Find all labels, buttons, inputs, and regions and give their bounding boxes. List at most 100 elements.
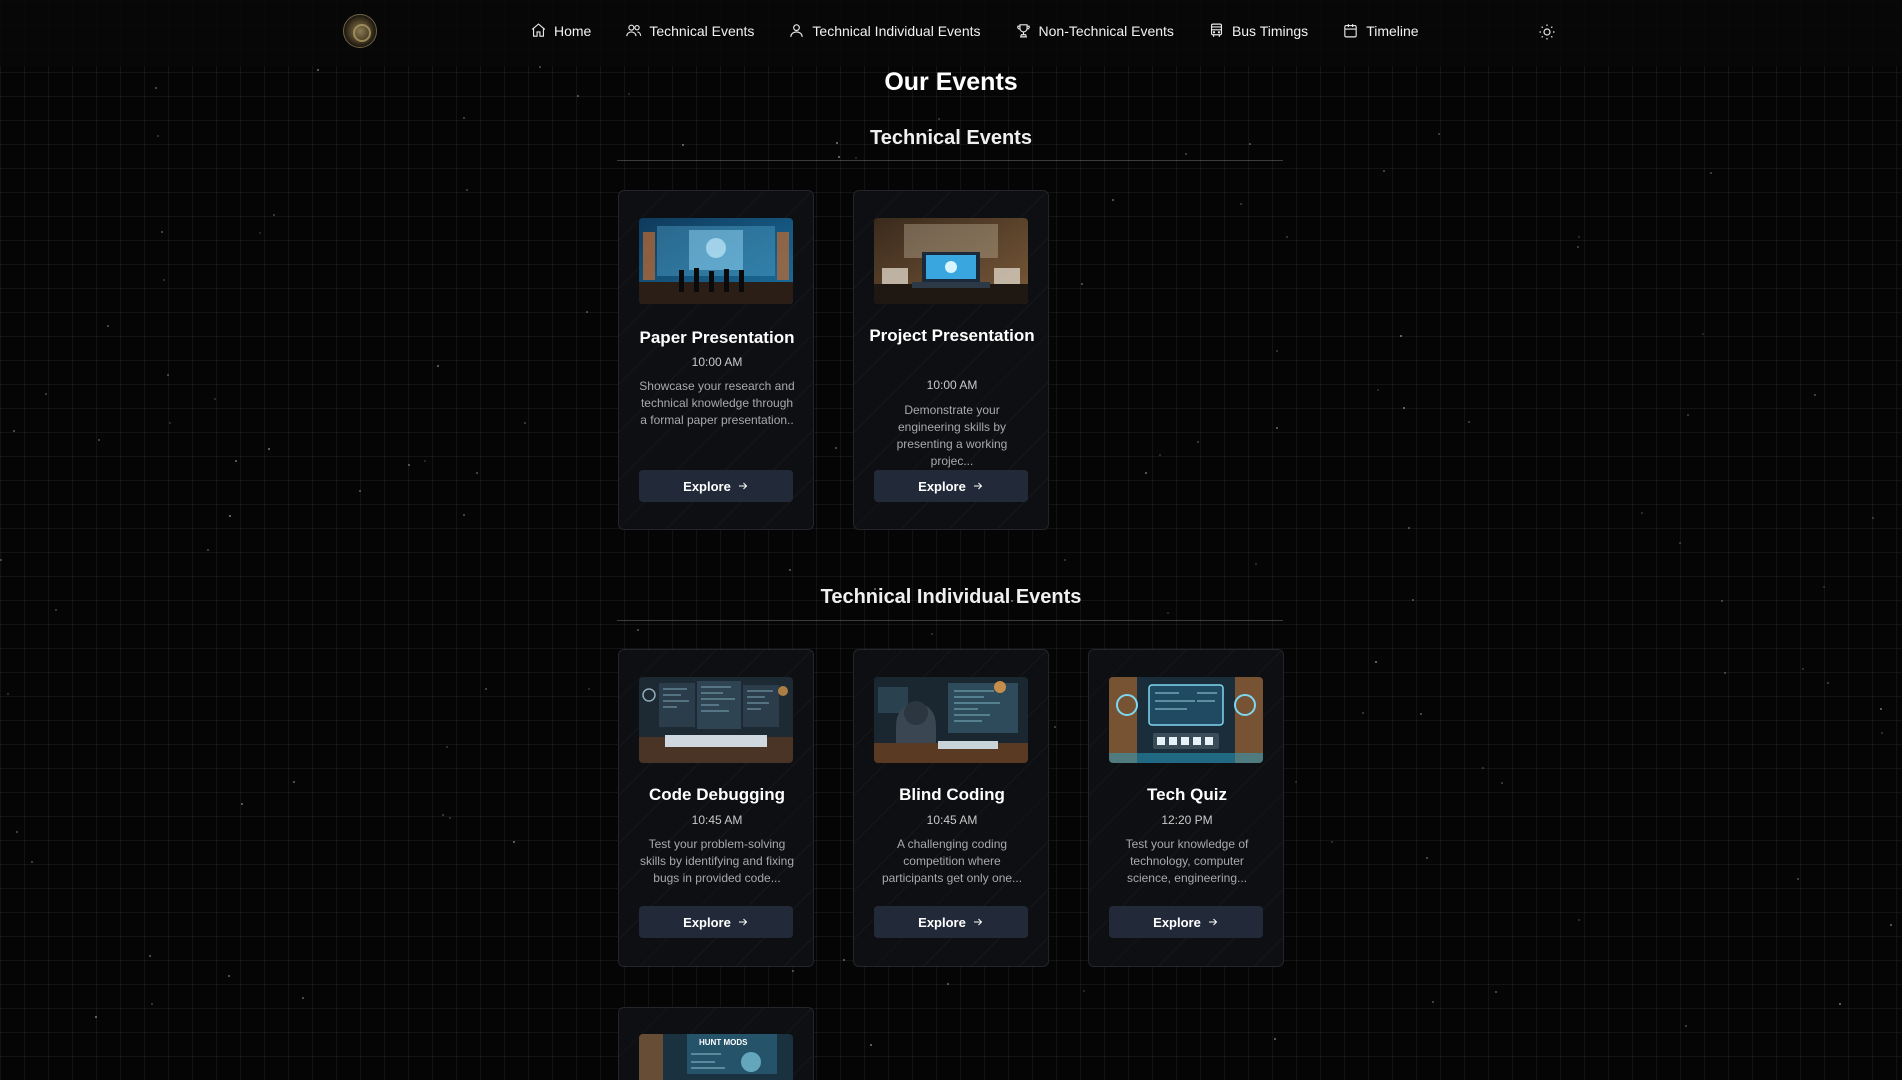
explore-button-label: Explore [683, 914, 731, 930]
user-icon [790, 24, 804, 37]
event-image-caption: HUNT MODS [699, 1038, 748, 1047]
nav-item-label: Home [554, 22, 592, 39]
star-dot [1295, 781, 1297, 783]
star-dot [229, 515, 231, 517]
star-dot [31, 861, 33, 863]
star-dot [424, 460, 426, 462]
star-dot [163, 279, 165, 281]
star-dot [1408, 527, 1410, 529]
star-dot [931, 633, 933, 635]
star-dot [1276, 350, 1278, 352]
event-image [1109, 677, 1263, 763]
star-dot [843, 959, 845, 961]
event-description: A challenging coding competition where p… [881, 837, 1023, 885]
star-dot [1185, 153, 1187, 155]
star-dot [1501, 782, 1503, 784]
event-time: 12:20 PM [1161, 813, 1213, 827]
event-card-blind-coding: Blind Coding 10:45 AM A challenging codi… [853, 649, 1049, 967]
explore-button[interactable]: Explore [639, 470, 793, 502]
nav-item-technical-events[interactable]: Technical Events [625, 22, 754, 39]
star-dot [1468, 421, 1470, 423]
star-dot [359, 490, 361, 492]
star-dot [485, 688, 487, 690]
nav-item-label: Bus Timings [1231, 22, 1309, 39]
event-image [639, 677, 793, 763]
star-dot [167, 374, 169, 376]
star-dot [1890, 924, 1892, 926]
nav-item-label: Non-Technical Events [1038, 22, 1174, 39]
star-dot [463, 514, 465, 516]
nav-item-non-technical-events[interactable]: Non-Technical Events [1015, 22, 1174, 39]
star-dot [7, 693, 9, 695]
nav-item-label: Technical Individual Events [812, 22, 981, 39]
star-dot [463, 117, 465, 119]
star-dot [408, 464, 410, 466]
star-dot [1081, 283, 1083, 285]
event-title: Project Presentation [869, 326, 1035, 345]
nav-item-home[interactable]: Home [530, 22, 591, 39]
star-dot [1403, 407, 1405, 409]
explore-button[interactable]: Explore [874, 470, 1028, 502]
star-dot [588, 688, 590, 690]
star-dot [1432, 1001, 1434, 1003]
star-dot [45, 393, 47, 395]
arrow-right-icon [738, 918, 748, 926]
star-dot [1814, 394, 1816, 396]
star-dot [1054, 726, 1056, 728]
star-dot [1383, 170, 1385, 172]
star-dot [947, 983, 949, 985]
star-dot [1331, 841, 1333, 843]
star-dot [1274, 1038, 1276, 1040]
nav-item-technical-individual-events[interactable]: Technical Individual Events [788, 22, 981, 39]
event-title: Blind Coding [899, 785, 1005, 804]
explore-button[interactable]: Explore [874, 906, 1028, 938]
star-dot [1839, 1003, 1841, 1005]
star-dot [151, 1003, 153, 1005]
star-dot [1426, 857, 1428, 859]
star-dot [1797, 878, 1799, 880]
event-card-code-debugging: Code Debugging 10:45 AM Test your proble… [618, 649, 814, 967]
bus-icon [1210, 23, 1222, 37]
event-description: Demonstrate your engineering skills by p… [896, 403, 1008, 468]
nav-item-bus-timings[interactable]: Bus Timings [1208, 22, 1308, 39]
nav-item-label: Technical Events [649, 22, 755, 39]
users-icon [626, 24, 642, 37]
theme-toggle-button[interactable] [1538, 23, 1556, 41]
nav-item-label: Timeline [1366, 22, 1419, 39]
star-dot [1685, 1025, 1687, 1027]
star-dot [1827, 682, 1829, 684]
star-dot [513, 841, 515, 843]
sun-icon [1539, 24, 1555, 40]
star-dot [1276, 427, 1278, 429]
star-dot [938, 118, 940, 120]
arrow-right-icon [738, 482, 748, 490]
star-dot [466, 189, 468, 191]
star-dot [1687, 414, 1689, 416]
star-dot [1240, 203, 1242, 205]
star-dot [16, 831, 18, 833]
star-dot [1286, 236, 1288, 238]
star-dot [1802, 668, 1804, 670]
explore-button-label: Explore [918, 914, 966, 930]
star-dot [1159, 454, 1161, 456]
trophy-icon [1016, 24, 1030, 38]
star-dot [855, 157, 857, 159]
star-dot [95, 1016, 97, 1018]
nav-item-timeline[interactable]: Timeline [1342, 22, 1419, 39]
star-dot [838, 156, 840, 158]
explore-button[interactable]: Explore [1109, 906, 1263, 938]
explore-button[interactable]: Explore [639, 906, 793, 938]
event-title: Tech Quiz [1147, 785, 1227, 804]
explore-button-label: Explore [683, 478, 731, 494]
star-dot [235, 460, 237, 462]
event-card-tech-quiz: Tech Quiz 12:20 PM Test your knowledge o… [1088, 649, 1284, 967]
star-dot [870, 1044, 872, 1046]
explore-button-label: Explore [1153, 914, 1201, 930]
event-time: 10:00 AM [691, 355, 743, 369]
star-dot [241, 803, 243, 805]
event-title: Paper Presentation [639, 328, 795, 347]
star-dot [1702, 333, 1704, 335]
event-time: 10:45 AM [691, 813, 743, 827]
event-image: HUNT MODS [639, 1034, 793, 1080]
site-logo[interactable] [343, 14, 377, 48]
